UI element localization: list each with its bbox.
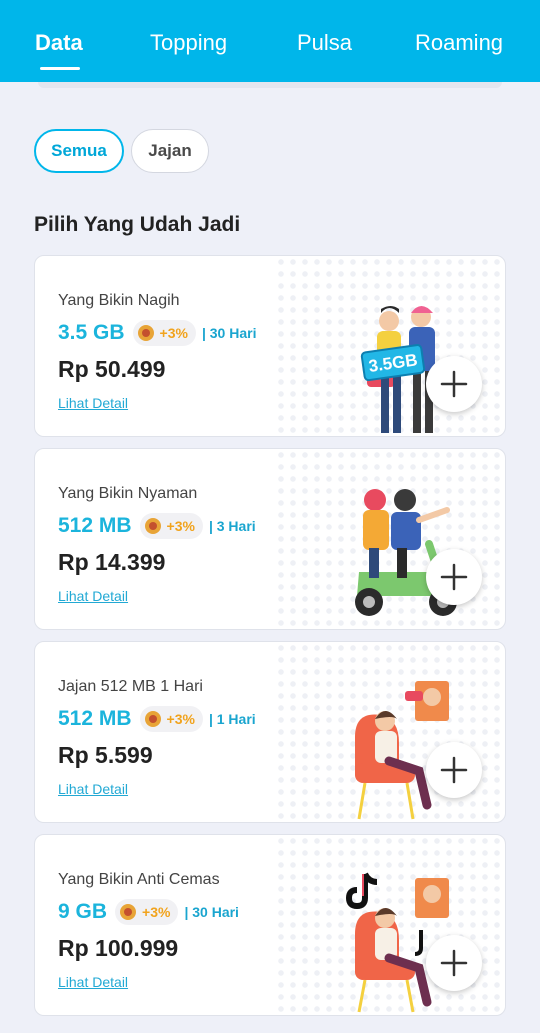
view-detail-link[interactable]: Lihat Detail [58,588,128,604]
plus-icon [440,563,468,591]
product-card[interactable]: Yang Bikin Nagih 3.5 GB +3% | 30 Hari Rp… [34,255,506,437]
plus-icon [440,370,468,398]
medal-icon [120,904,137,920]
plus-icon [440,756,468,784]
product-price: Rp 14.399 [58,549,166,575]
product-info-row: 3.5 GB +3% | 30 Hari [58,319,256,347]
product-card[interactable]: Yang Bikin Nyaman 512 MB +3% | 3 Hari Rp… [34,448,506,630]
product-name: Yang Bikin Anti Cemas [58,871,220,888]
filter-chip-jajan[interactable]: Jajan [131,129,209,173]
bonus-percent: +3% [166,518,195,534]
product-info-row: 9 GB +3% | 30 Hari [58,898,239,926]
view-detail-link[interactable]: Lihat Detail [58,395,128,411]
view-detail-link[interactable]: Lihat Detail [58,974,128,990]
collapsed-panel-edge [38,82,502,88]
medal-icon [144,711,161,727]
product-card[interactable]: Yang Bikin Anti Cemas 9 GB +3% | 30 Hari… [34,834,506,1016]
bonus-badge: +3% [139,706,203,732]
bonus-badge: +3% [139,513,203,539]
add-button[interactable] [426,356,482,412]
tab-pulsa[interactable]: Pulsa [297,30,352,56]
bonus-badge: +3% [132,320,196,346]
product-period: | 30 Hari [184,904,239,920]
view-detail-link[interactable]: Lihat Detail [58,781,128,797]
bonus-percent: +3% [142,904,171,920]
product-period: | 30 Hari [201,325,257,341]
add-button[interactable] [426,549,482,605]
product-name: Jajan 512 MB 1 Hari [58,678,203,695]
product-period: | 1 Hari [208,711,256,727]
bonus-percent: +3% [166,711,195,727]
product-quota: 9 GB [58,900,108,923]
top-tab-bar: Data Topping Pulsa Roaming [0,0,540,82]
product-price: Rp 100.999 [58,935,179,961]
medal-icon [144,518,161,534]
plus-icon [440,949,468,977]
product-name: Yang Bikin Nagih [58,292,180,309]
product-info-row: 512 MB +3% | 1 Hari [58,705,256,733]
product-price: Rp 50.499 [58,356,166,382]
product-quota: 3.5 GB [58,321,125,344]
add-button[interactable] [426,742,482,798]
active-tab-indicator [40,67,80,70]
product-quota: 512 MB [58,707,132,730]
filter-chip-semua[interactable]: Semua [34,129,124,173]
bonus-percent: +3% [159,325,188,341]
product-card[interactable]: Jajan 512 MB 1 Hari 512 MB +3% | 1 Hari … [34,641,506,823]
product-quota: 512 MB [58,514,132,537]
tab-data[interactable]: Data [35,30,83,56]
medal-icon [137,325,154,341]
add-button[interactable] [426,935,482,991]
section-title: Pilih Yang Udah Jadi [34,213,241,236]
tab-topping[interactable]: Topping [150,30,227,56]
product-name: Yang Bikin Nyaman [58,485,198,502]
product-info-row: 512 MB +3% | 3 Hari [58,512,256,540]
product-period: | 3 Hari [208,518,256,534]
tab-roaming[interactable]: Roaming [415,30,503,56]
product-price: Rp 5.599 [58,742,153,768]
bonus-badge: +3% [115,899,179,925]
